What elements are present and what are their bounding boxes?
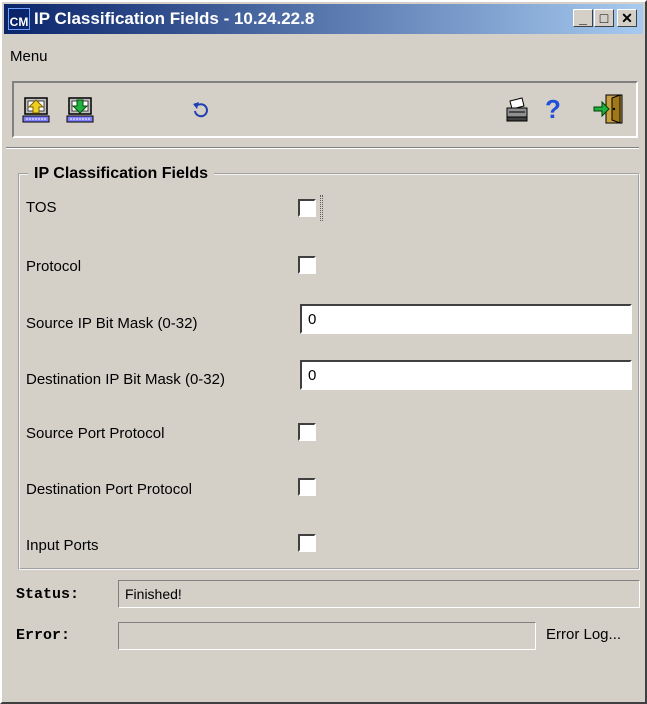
- window-title: IP Classification Fields - 10.24.22.8: [34, 9, 315, 28]
- error-label: Error:: [16, 627, 71, 644]
- exit-icon: [593, 94, 623, 124]
- toolbar-separator: [6, 147, 639, 149]
- tos-checkbox[interactable]: [298, 199, 316, 217]
- tos-label: TOS: [26, 199, 57, 216]
- status-field: Finished!: [118, 580, 640, 608]
- protocol-label: Protocol: [26, 258, 82, 275]
- dest-ip-mask-label: Destination IP Bit Mask (0-32): [26, 371, 225, 388]
- input-ports-checkbox[interactable]: [298, 534, 316, 552]
- close-icon: ✕: [621, 10, 633, 26]
- print-button[interactable]: [501, 92, 535, 126]
- dest-port-protocol-label: Destination Port Protocol: [26, 481, 192, 498]
- title-bar[interactable]: CM IP Classification Fields - 10.24.22.8…: [4, 4, 643, 34]
- download-button[interactable]: [64, 92, 98, 126]
- source-ip-mask-input[interactable]: 0: [300, 304, 632, 334]
- undo-icon: [193, 102, 208, 118]
- menu-item-menu[interactable]: Menu: [10, 48, 48, 65]
- minimize-icon: _: [579, 10, 587, 26]
- source-port-protocol-checkbox[interactable]: [298, 423, 316, 441]
- app-icon-text: CM: [9, 15, 29, 29]
- group-legend: IP Classification Fields: [34, 165, 208, 182]
- source-ip-mask-label: Source IP Bit Mask (0-32): [26, 315, 198, 332]
- app-icon[interactable]: CM: [8, 8, 30, 30]
- error-log-link[interactable]: Error Log...: [546, 626, 621, 643]
- upload-icon: [22, 97, 50, 123]
- source-port-protocol-label: Source Port Protocol: [26, 425, 165, 442]
- close-button[interactable]: ✕: [617, 9, 637, 27]
- undo-button[interactable]: [184, 92, 218, 126]
- download-icon: [66, 97, 94, 123]
- menu-bar: Menu: [10, 48, 48, 65]
- printer-icon: [506, 97, 528, 122]
- help-icon: ?: [545, 94, 561, 124]
- status-label: Status:: [16, 586, 80, 603]
- upload-button[interactable]: [20, 92, 54, 126]
- error-field: [118, 622, 536, 650]
- dest-port-protocol-checkbox[interactable]: [298, 478, 316, 496]
- help-button[interactable]: ?: [536, 92, 570, 126]
- app-window: CM IP Classification Fields - 10.24.22.8…: [0, 0, 647, 704]
- maximize-icon: □: [599, 10, 609, 26]
- input-ports-label: Input Ports: [26, 537, 99, 554]
- minimize-button[interactable]: _: [573, 9, 593, 27]
- toolbar: ?: [12, 81, 638, 138]
- dest-ip-mask-input[interactable]: 0: [300, 360, 632, 390]
- focus-indicator: [320, 195, 323, 221]
- maximize-button[interactable]: □: [594, 9, 614, 27]
- exit-button[interactable]: [592, 92, 626, 126]
- protocol-checkbox[interactable]: [298, 256, 316, 274]
